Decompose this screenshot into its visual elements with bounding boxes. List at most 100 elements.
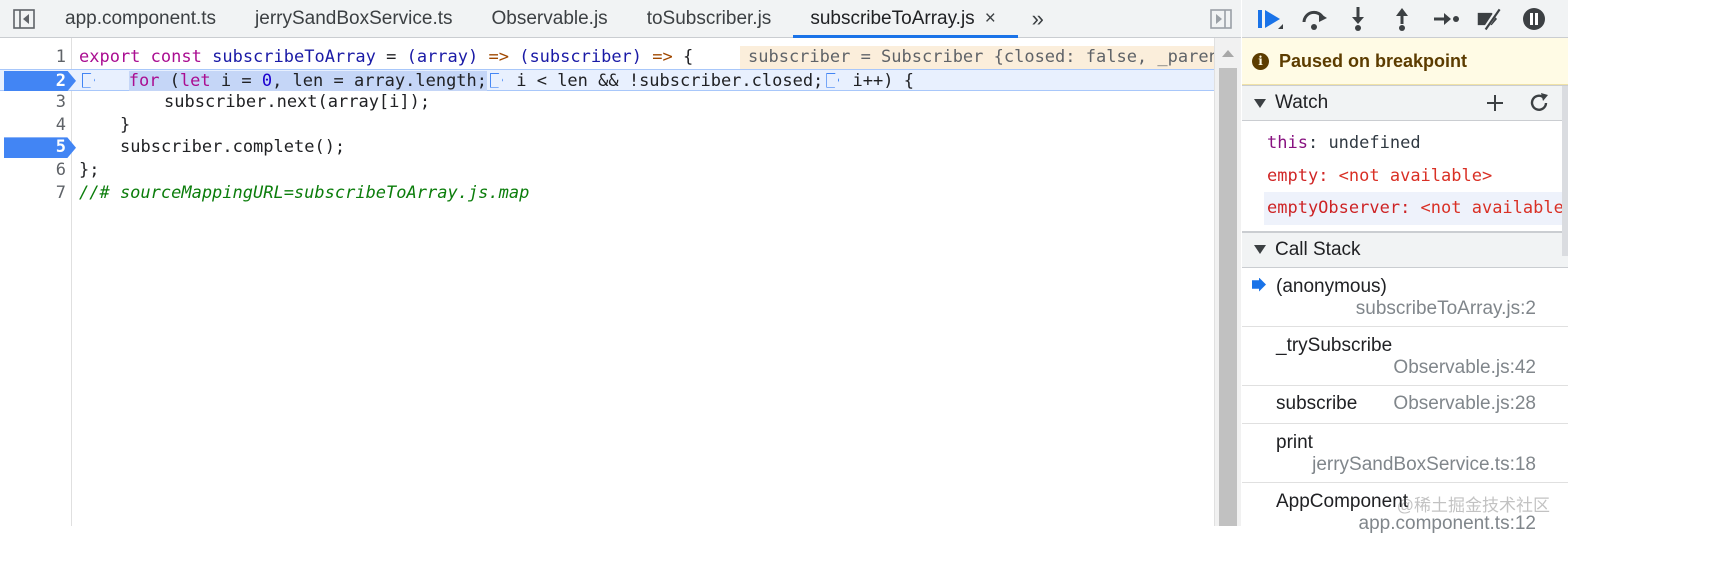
frame-location: Observable.js:28 xyxy=(1393,393,1536,414)
watch-expression-name: empty xyxy=(1267,165,1319,186)
watch-expression-value: <not available> xyxy=(1338,165,1493,186)
watch-expression-name: this xyxy=(1267,133,1308,153)
code-line-2-current: 2 for (let i = 0, len = array.length; i … xyxy=(0,68,1214,93)
frame-location: jerrySandBoxService.ts:18 xyxy=(1312,453,1536,475)
navigator-toggle-button[interactable] xyxy=(0,0,48,37)
keyword: export xyxy=(79,47,141,67)
line-number[interactable]: 6 xyxy=(0,159,66,182)
sidebar-scrollbar[interactable] xyxy=(1562,86,1568,256)
editor-scrollbar[interactable] xyxy=(1214,38,1241,526)
step-icon xyxy=(1434,12,1459,25)
code-text: } xyxy=(120,114,131,135)
inline-breakpoint-icon[interactable] xyxy=(82,72,95,88)
watch-colon: : xyxy=(1307,133,1329,153)
watch-expression-name: emptyObserver xyxy=(1267,198,1401,218)
frame-function-name: subscribe xyxy=(1276,393,1358,414)
call-frame[interactable]: print jerrySandBoxService.ts:18 xyxy=(1242,424,1568,483)
arrow-operator: => xyxy=(652,47,673,67)
expand-triangle-icon xyxy=(1254,245,1266,254)
tab-jerry-sandbox-service[interactable]: jerrySandBoxService.ts xyxy=(238,0,474,37)
step-button[interactable] xyxy=(1432,5,1460,33)
call-frame[interactable]: subscribe Observable.js:28 xyxy=(1242,386,1568,424)
resume-button[interactable] xyxy=(1256,5,1284,33)
frame-function-name: (anonymous) xyxy=(1276,275,1387,297)
tab-to-subscriber[interactable]: toSubscriber.js xyxy=(630,0,794,37)
watch-item[interactable]: this: undefined xyxy=(1242,127,1568,160)
watch-section-header[interactable]: Watch xyxy=(1242,85,1568,121)
debugger-toggle-button[interactable] xyxy=(1201,0,1241,37)
code-token: i < len && !subscriber.closed; xyxy=(506,70,824,91)
step-over-button[interactable] xyxy=(1300,5,1328,33)
function-name: subscribeToArray xyxy=(212,47,376,67)
code-line-7: 7 //# sourceMappingURL=subscribeToArray.… xyxy=(0,182,1214,205)
watch-title: Watch xyxy=(1275,92,1329,113)
plus-icon xyxy=(1487,95,1503,111)
inline-breakpoint-icon[interactable] xyxy=(826,72,840,88)
line-number[interactable]: 7 xyxy=(0,182,66,205)
editor-tab-bar: app.component.ts jerrySandBoxService.ts … xyxy=(0,0,1241,38)
editor-pane: app.component.ts jerrySandBoxService.ts … xyxy=(0,0,1241,526)
call-frame[interactable]: _trySubscribe Observable.js:42 xyxy=(1242,327,1568,386)
tab-label: jerrySandBoxService.ts xyxy=(255,7,453,29)
code-token: i = xyxy=(210,70,262,91)
add-watch-button[interactable] xyxy=(1480,88,1510,118)
code-line-3: 3 subscriber.next(array[i]); xyxy=(0,91,1214,114)
line-number[interactable]: 2 xyxy=(0,70,66,93)
frame-function-name: _trySubscribe xyxy=(1276,334,1393,356)
code-line-6: 6 }; xyxy=(0,159,1214,182)
info-icon: i xyxy=(1252,52,1269,70)
line-number[interactable]: 4 xyxy=(0,114,66,137)
close-icon[interactable]: × xyxy=(985,9,996,28)
watch-item[interactable]: empty: <not available> xyxy=(1242,160,1568,193)
tab-app-component[interactable]: app.component.ts xyxy=(48,0,238,37)
tab-label: subscribeToArray.js xyxy=(810,7,975,29)
frame-location: subscribeToArray.js:2 xyxy=(1355,297,1536,319)
step-out-button[interactable] xyxy=(1388,5,1416,33)
frame-location: Observable.js:42 xyxy=(1393,356,1536,378)
deactivate-breakpoints-button[interactable] xyxy=(1476,5,1504,33)
code-editor[interactable]: 1 export const subscribeToArray = (array… xyxy=(0,38,1214,526)
step-into-button[interactable] xyxy=(1344,5,1372,33)
debugger-toolbar xyxy=(1242,0,1568,38)
watch-item[interactable]: emptyObserver: <not available> xyxy=(1264,192,1568,225)
sidebar-toggle-icon xyxy=(13,8,35,29)
frame-function-name: print xyxy=(1276,431,1313,453)
scrollbar-thumb[interactable] xyxy=(1219,68,1237,526)
resume-icon xyxy=(1258,9,1283,29)
code-text: subscriber.complete(); xyxy=(120,137,346,158)
line-number[interactable]: 1 xyxy=(0,46,66,69)
pause-icon xyxy=(1523,7,1545,30)
code-text: for (let i = 0, len = array.length; i < … xyxy=(79,70,914,93)
code-token: (array) xyxy=(406,47,489,67)
pause-on-exceptions-button[interactable] xyxy=(1520,5,1548,33)
code-token: (subscriber) xyxy=(508,47,653,67)
watch-colon: : xyxy=(1318,165,1339,186)
code-token: { xyxy=(672,47,694,67)
current-frame-arrow-icon xyxy=(1252,277,1266,292)
refresh-watch-button[interactable] xyxy=(1524,88,1554,118)
call-stack-section-header[interactable]: Call Stack xyxy=(1242,231,1568,268)
keyword: let xyxy=(179,70,211,91)
call-stack-title: Call Stack xyxy=(1275,238,1361,260)
watch-expression-value: <not available> xyxy=(1420,198,1568,218)
step-out-icon xyxy=(1396,7,1408,31)
watermark: @稀土掘金技术社区 xyxy=(1396,496,1550,515)
scroll-up-arrow-icon[interactable] xyxy=(1222,50,1234,57)
keyword: const xyxy=(150,47,202,67)
expand-triangle-icon xyxy=(1254,98,1266,108)
line-number[interactable]: 5 xyxy=(0,136,66,159)
chevron-double-right-icon: » xyxy=(1031,5,1044,31)
debugger-sidebar: i Paused on breakpoint Watch this: undef… xyxy=(1242,0,1568,534)
call-frame-current[interactable]: (anonymous) subscribeToArray.js:2 xyxy=(1242,268,1568,327)
inline-variable-value[interactable]: subscriber = Subscriber {closed: false, … xyxy=(740,46,1214,69)
tab-subscribe-to-array[interactable]: subscribeToArray.js × xyxy=(793,0,1019,38)
code-line-4: 4 } xyxy=(0,114,1214,137)
more-tabs-button[interactable]: » xyxy=(1018,0,1058,37)
code-text: export const subscribeToArray = (array) … xyxy=(79,46,693,69)
refresh-icon xyxy=(1530,93,1548,111)
code-token: = xyxy=(375,47,407,67)
inline-breakpoint-icon[interactable] xyxy=(490,72,504,88)
tab-observable[interactable]: Observable.js xyxy=(475,0,630,37)
line-number[interactable]: 3 xyxy=(0,91,66,114)
execution-highlight: for (let i = 0, len = array.length; xyxy=(128,70,488,91)
